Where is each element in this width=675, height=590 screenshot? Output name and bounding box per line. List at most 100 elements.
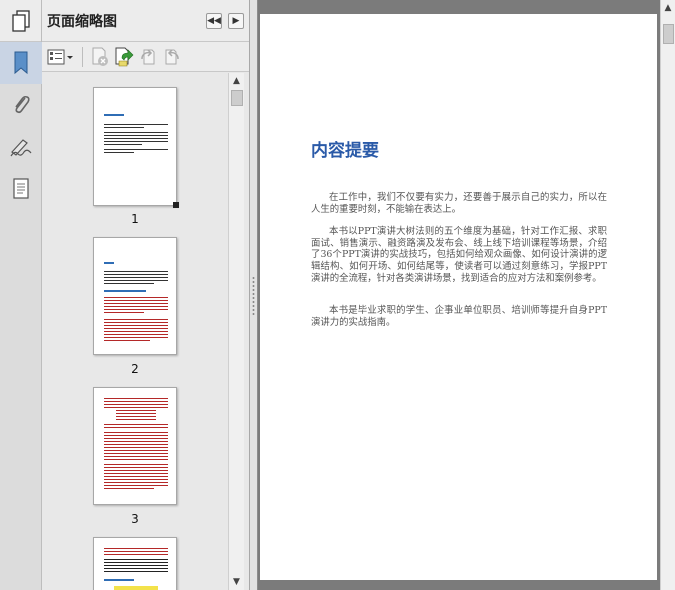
rotate-right-button[interactable] — [161, 46, 183, 68]
thumb-text-line — [104, 334, 168, 336]
page-thumbnail[interactable] — [93, 237, 177, 355]
thumb-heading-line — [104, 262, 114, 264]
page-thumbnails-icon[interactable] — [10, 9, 32, 33]
document-view: 内容提要 在工作中，我们不仅要有实力，还要善于展示自己的实力，所以在人生的重要时… — [258, 0, 660, 590]
scrollbar-thumb[interactable] — [231, 90, 243, 106]
signatures-button[interactable] — [0, 126, 42, 168]
layers-button[interactable] — [0, 168, 42, 210]
rotate-right-icon — [165, 48, 179, 64]
thumb-text-line — [104, 138, 168, 140]
thumb-text-line — [104, 473, 168, 475]
thumb-text-line — [104, 438, 168, 440]
thumb-text-line — [104, 135, 168, 137]
scroll-up-arrow[interactable]: ▲ — [661, 0, 675, 16]
thumb-text-line — [104, 280, 168, 282]
document-page: 内容提要 在工作中，我们不仅要有实力，还要善于展示自己的实力，所以在人生的重要时… — [260, 14, 657, 580]
thumb-text-line — [104, 559, 168, 561]
thumbnail-options-button[interactable] — [46, 46, 76, 68]
thumb-text-line — [104, 401, 168, 403]
thumb-text-line — [104, 319, 168, 321]
thumb-text-line — [104, 283, 154, 285]
thumb-text-line — [104, 485, 168, 487]
page-thumbnail[interactable] — [93, 537, 177, 590]
thumbnail-label: 3 — [131, 512, 139, 526]
thumb-text-line — [104, 548, 168, 550]
thumb-text-line — [104, 435, 168, 437]
thumb-text-line — [104, 441, 168, 443]
thumb-resize-handle[interactable] — [173, 202, 179, 208]
thumb-text-line — [116, 410, 156, 412]
page-heading: 内容提要 — [311, 141, 379, 161]
chevron-down-icon: ▼ — [233, 577, 240, 587]
splitter-grip[interactable] — [252, 276, 255, 316]
thumb-text-line — [104, 404, 168, 406]
signatures-icon — [10, 139, 32, 157]
paragraph: 本书是毕业求职的学生、企事业单位职员、培训师等提升自身PPT演讲力的实战指南。 — [311, 305, 607, 328]
rotate-left-icon — [141, 48, 155, 64]
rotate-left-button[interactable] — [137, 46, 159, 68]
thumbnails-toolbar — [42, 42, 249, 72]
collapse-panel-button[interactable]: ◀◀ — [206, 13, 222, 29]
thumb-text-line — [104, 132, 168, 134]
navigation-rail — [0, 0, 42, 590]
thumb-text-line — [104, 322, 168, 324]
thumb-text-line — [104, 447, 168, 449]
thumb-text-line — [104, 427, 168, 429]
thumb-text-line — [104, 325, 168, 327]
bookmarks-button[interactable] — [0, 42, 42, 84]
thumb-text-line — [104, 127, 144, 129]
insert-page-icon — [115, 47, 134, 66]
scroll-down-arrow[interactable]: ▼ — [229, 574, 244, 590]
expand-button[interactable]: ▶ — [228, 13, 244, 29]
thumb-text-line — [104, 467, 168, 469]
thumb-text-line — [116, 413, 156, 415]
panel-title: 页面缩略图 — [47, 13, 117, 30]
thumb-text-line — [104, 479, 168, 481]
thumb-text-line — [104, 562, 168, 564]
thumbnail-label: 2 — [131, 362, 139, 376]
thumb-text-line — [116, 416, 156, 418]
attachments-icon — [15, 95, 30, 114]
thumb-text-line — [104, 476, 168, 478]
thumb-text-line — [104, 328, 168, 330]
panel-icon-box — [0, 0, 41, 42]
thumbnails-panel: 页面缩略图 ◀◀ ▶ 1 2 3 ▲ ▼ — [42, 0, 250, 590]
thumb-text-line — [104, 331, 168, 333]
delete-page-button[interactable] — [89, 46, 111, 68]
thumb-text-line — [104, 141, 168, 143]
delete-page-icon — [92, 47, 108, 66]
toolbar-separator — [82, 46, 83, 67]
thumb-text-line — [104, 144, 142, 146]
thumb-text-line — [104, 306, 168, 308]
insert-page-button[interactable] — [113, 46, 135, 68]
thumb-heading-line — [104, 579, 134, 581]
scrollbar-thumb[interactable] — [663, 24, 674, 44]
thumb-text-line — [104, 312, 144, 314]
thumbnail-options-icon — [47, 49, 73, 64]
paragraph: 在工作中，我们不仅要有实力，还要善于展示自己的实力，所以在人生的重要时刻，不能输… — [311, 192, 607, 215]
thumb-heading-line — [104, 114, 124, 116]
page-thumbnail[interactable] — [93, 87, 179, 208]
thumb-text-line — [104, 450, 168, 452]
scroll-up-arrow[interactable]: ▲ — [229, 73, 244, 89]
panel-splitter[interactable] — [250, 0, 258, 590]
thumbnails-scrollbar[interactable]: ▲ ▼ — [228, 73, 244, 590]
attachments-button[interactable] — [0, 84, 42, 126]
thumb-text-line — [104, 470, 168, 472]
thumb-text-line — [104, 488, 154, 490]
thumbnail-list: 1 2 3 — [42, 73, 228, 590]
thumb-text-line — [104, 571, 168, 573]
thumb-text-line — [104, 340, 150, 342]
expand-right-icon: ▶ — [232, 15, 240, 26]
thumb-text-line — [104, 482, 168, 484]
document-scrollbar[interactable]: ▲ — [660, 0, 675, 590]
thumb-text-line — [104, 464, 168, 466]
thumb-text-line — [104, 407, 168, 409]
thumb-text-line — [104, 456, 168, 458]
thumb-text-line — [104, 424, 168, 426]
paragraph: 本书以PPT演讲大树法则的五个维度为基础，针对工作汇报、求职面试、销售演示、融资… — [311, 226, 607, 284]
page-thumbnail[interactable] — [93, 387, 177, 505]
thumb-text-line — [104, 309, 168, 311]
thumb-text-line — [104, 444, 168, 446]
thumb-highlight-box — [114, 586, 158, 590]
